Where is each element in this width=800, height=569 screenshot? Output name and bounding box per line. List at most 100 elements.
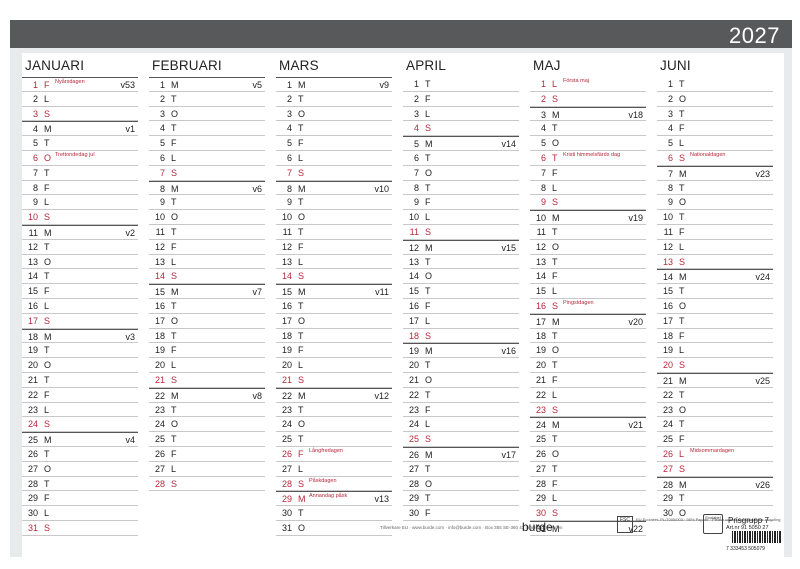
day-row[interactable]: 6 O Trettondedag jul (22, 151, 138, 166)
day-row[interactable]: 4T (149, 121, 265, 137)
day-row[interactable]: 25 T (530, 432, 646, 447)
day-row[interactable]: 28 F (530, 477, 646, 492)
day-row[interactable]: 1 Fv53 Nyårsdagen (22, 77, 138, 92)
day-row[interactable]: 10 O (276, 210, 392, 225)
day-row[interactable]: 7O (403, 166, 519, 181)
day-row[interactable]: 22 F (22, 388, 138, 403)
day-row[interactable]: 25 T (149, 432, 265, 447)
day-row[interactable]: 15 T (403, 284, 519, 299)
day-row[interactable]: 16 F (403, 299, 519, 314)
day-row[interactable]: 16 T (276, 299, 392, 314)
day-row[interactable]: 3 Mv18 (530, 106, 646, 122)
day-row[interactable]: 14 Mv24 (657, 269, 773, 285)
day-row[interactable]: 13 L (149, 255, 265, 270)
day-row[interactable]: 22 T (657, 388, 773, 403)
day-row[interactable]: 21 S (276, 373, 392, 388)
day-row[interactable]: 17 Mv20 (530, 313, 646, 329)
day-row[interactable]: 26 T (22, 447, 138, 462)
day-row[interactable]: 17 O (276, 314, 392, 329)
day-row[interactable]: 6L (276, 151, 392, 166)
day-row[interactable]: 7T (22, 166, 138, 181)
day-row[interactable]: 1 Mv5 (149, 77, 265, 92)
day-row[interactable]: 31 S (22, 521, 138, 536)
day-row[interactable]: 2T (149, 92, 265, 107)
day-row[interactable]: 12 F (149, 240, 265, 255)
day-row[interactable]: 11 T (149, 225, 265, 240)
day-row[interactable]: 13 T (530, 255, 646, 270)
day-row[interactable]: 8F (22, 181, 138, 196)
day-row[interactable]: 3O (276, 107, 392, 122)
day-row[interactable]: 1T (403, 77, 519, 92)
day-row[interactable]: 19 O (530, 343, 646, 359)
day-row[interactable]: 17 S (22, 314, 138, 329)
day-row[interactable]: 2L (22, 92, 138, 107)
day-row[interactable]: 29 T (403, 491, 519, 507)
day-row[interactable]: 12 Mv15 (403, 239, 519, 255)
day-row[interactable]: 18 F (657, 329, 773, 344)
day-row[interactable]: 4T (530, 121, 646, 137)
day-row[interactable]: 24 Mv21 (530, 417, 646, 433)
day-row[interactable]: 9O (657, 195, 773, 211)
day-row[interactable]: 8 Mv10 (276, 180, 392, 196)
day-row[interactable]: 26 O (530, 447, 646, 462)
day-row[interactable]: 4S (403, 121, 519, 137)
day-row[interactable]: 26 Mv17 (403, 447, 519, 462)
day-row[interactable]: 12 L (657, 240, 773, 255)
day-row[interactable]: 16 T (149, 299, 265, 314)
day-row[interactable]: 8T (657, 181, 773, 196)
day-row[interactable]: 7S (149, 166, 265, 181)
day-row[interactable]: 21 O (403, 373, 519, 388)
day-row[interactable]: 5F (276, 136, 392, 151)
day-row[interactable]: 15 Mv11 (276, 284, 392, 299)
day-row[interactable]: 13 O (22, 255, 138, 270)
day-row[interactable]: 20 S (657, 358, 773, 373)
day-row[interactable]: 11 T (276, 225, 392, 240)
day-row[interactable]: 1 Mv9 (276, 77, 392, 92)
day-row[interactable]: 12 O (530, 240, 646, 255)
day-row[interactable]: 21 F (530, 373, 646, 388)
day-row[interactable]: 23 O (657, 403, 773, 418)
day-row[interactable]: 20 L (149, 358, 265, 373)
day-row[interactable]: 10 L (403, 210, 519, 225)
day-row[interactable]: 13 T (403, 255, 519, 270)
day-row[interactable]: 20 O (22, 358, 138, 373)
day-row[interactable]: 14 S (149, 269, 265, 285)
day-row[interactable]: 1 L Första maj (530, 77, 646, 92)
day-row[interactable]: 28 Mv26 (657, 476, 773, 492)
day-row[interactable]: 20 T (530, 358, 646, 373)
day-row[interactable]: 6L (149, 151, 265, 166)
day-row[interactable]: 30 T (276, 506, 392, 521)
day-row[interactable]: 14 T (22, 269, 138, 285)
day-row[interactable]: 21 T (22, 373, 138, 388)
day-row[interactable]: 29 L (530, 491, 646, 507)
day-row[interactable]: 11 F (657, 225, 773, 240)
day-row[interactable]: 3T (657, 107, 773, 122)
day-row[interactable]: 23 S (530, 403, 646, 418)
day-row[interactable]: 17 T (657, 314, 773, 329)
day-row[interactable]: 5F (149, 136, 265, 151)
day-row[interactable]: 19 T (22, 343, 138, 359)
day-row[interactable]: 29 F (22, 491, 138, 507)
day-row[interactable]: 10 T (657, 210, 773, 225)
day-row[interactable]: 10 Mv19 (530, 210, 646, 225)
day-row[interactable]: 26 F (149, 447, 265, 462)
day-row[interactable]: 23 L (22, 403, 138, 418)
day-row[interactable]: 13 S (657, 255, 773, 270)
day-row[interactable]: 5O (530, 136, 646, 151)
day-row[interactable]: 12 T (22, 240, 138, 255)
day-row[interactable]: 28 O (403, 477, 519, 492)
day-row[interactable]: 3O (149, 107, 265, 122)
day-row[interactable]: 20 L (276, 358, 392, 373)
day-row[interactable]: 29 Mv13 Annandag påsk (276, 491, 392, 507)
day-row[interactable]: 2S (530, 92, 646, 107)
day-row[interactable]: 14 O (403, 269, 519, 285)
day-row[interactable]: 16 O (657, 299, 773, 314)
day-row[interactable]: 19 F (149, 343, 265, 359)
day-row[interactable]: 15 T (657, 284, 773, 299)
day-row[interactable]: 24 T (657, 417, 773, 433)
day-row[interactable]: 8T (403, 181, 519, 196)
day-row[interactable]: 23 T (276, 403, 392, 418)
day-row[interactable]: 5L (657, 136, 773, 151)
day-row[interactable]: 17 O (149, 314, 265, 329)
day-row[interactable]: 9L (22, 195, 138, 211)
